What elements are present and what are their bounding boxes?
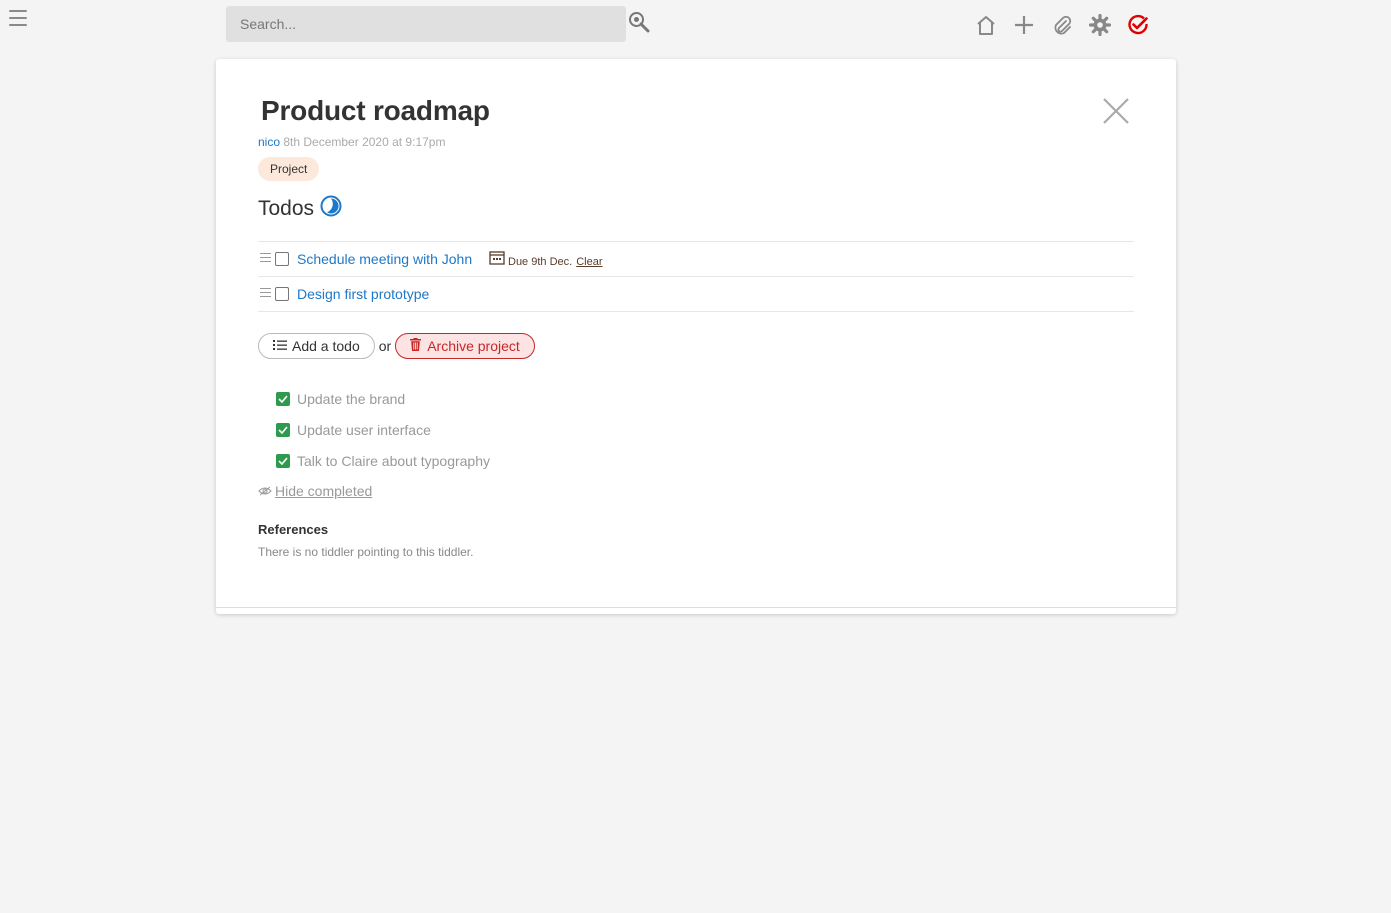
- calendar-icon[interactable]: [489, 250, 505, 268]
- search-icon[interactable]: [628, 11, 650, 33]
- eye-slash-icon: [258, 483, 272, 499]
- close-icon[interactable]: [1102, 97, 1130, 125]
- new-tiddler-plus-icon[interactable]: [1013, 13, 1035, 37]
- completed-label: Update the brand: [297, 390, 406, 407]
- home-icon[interactable]: [975, 13, 997, 37]
- tiddler-card: Product roadmap nico 8th December 2020 a…: [216, 59, 1176, 614]
- completed-label: Update user interface: [297, 421, 431, 438]
- completed-row: Update user interface: [276, 414, 490, 445]
- archive-project-button[interactable]: Archive project: [395, 333, 535, 359]
- or-text: or: [378, 338, 392, 354]
- due-label: Due 9th Dec.: [508, 256, 573, 268]
- search-input[interactable]: [226, 6, 626, 42]
- clear-due-link[interactable]: Clear: [576, 256, 602, 268]
- references-text: There is no tiddler pointing to this tid…: [258, 545, 474, 559]
- tag-pill[interactable]: Project: [258, 157, 320, 181]
- checked-checkbox[interactable]: [276, 391, 290, 406]
- todo-row: Design first prototype: [258, 277, 1134, 312]
- hamburger-menu-icon[interactable]: [9, 10, 27, 28]
- check-circle-icon[interactable]: [1127, 13, 1149, 37]
- todo-link[interactable]: Schedule meeting with John: [297, 251, 472, 267]
- list-icon: [273, 338, 287, 354]
- todo-list: Schedule meeting with John Due 9th Dec. …: [258, 241, 1134, 312]
- checked-checkbox[interactable]: [276, 422, 290, 437]
- hide-completed-label: Hide completed: [275, 483, 373, 499]
- add-todo-button[interactable]: Add a todo: [258, 333, 375, 359]
- tiddler-meta: nico 8th December 2020 at 9:17pm: [258, 135, 445, 149]
- divider: [216, 607, 1176, 608]
- archive-label: Archive project: [427, 338, 520, 354]
- paperclip-icon[interactable]: [1051, 13, 1073, 37]
- todo-row: Schedule meeting with John Due 9th Dec. …: [258, 242, 1134, 277]
- todo-checkbox[interactable]: [275, 252, 289, 266]
- todos-heading-text: Todos: [258, 197, 315, 220]
- add-todo-label: Add a todo: [292, 338, 360, 354]
- trash-icon: [410, 338, 422, 354]
- completed-row: Update the brand: [276, 383, 490, 414]
- todo-actions: Add a todo or Archive project: [258, 333, 535, 359]
- checked-checkbox[interactable]: [276, 453, 290, 468]
- todos-heading: Todos: [258, 195, 342, 223]
- drag-handle-icon[interactable]: [260, 253, 271, 265]
- completed-list: Update the brand Update user interface T…: [276, 383, 490, 476]
- drag-handle-icon[interactable]: [260, 288, 271, 300]
- todo-checkbox[interactable]: [275, 287, 289, 301]
- author-link[interactable]: nico: [258, 135, 280, 149]
- progress-pie-icon: [320, 195, 342, 223]
- references-heading: References: [258, 522, 329, 537]
- due-date: Due 9th Dec. Clear: [489, 250, 603, 268]
- gear-icon[interactable]: [1089, 13, 1111, 37]
- hide-completed-link[interactable]: Hide completed: [258, 483, 372, 499]
- modified-date: 8th December 2020 at 9:17pm: [283, 135, 446, 149]
- completed-label: Talk to Claire about typography: [297, 452, 490, 469]
- todo-link[interactable]: Design first prototype: [297, 286, 429, 302]
- completed-row: Talk to Claire about typography: [276, 445, 490, 476]
- page-title: Product roadmap: [261, 95, 490, 126]
